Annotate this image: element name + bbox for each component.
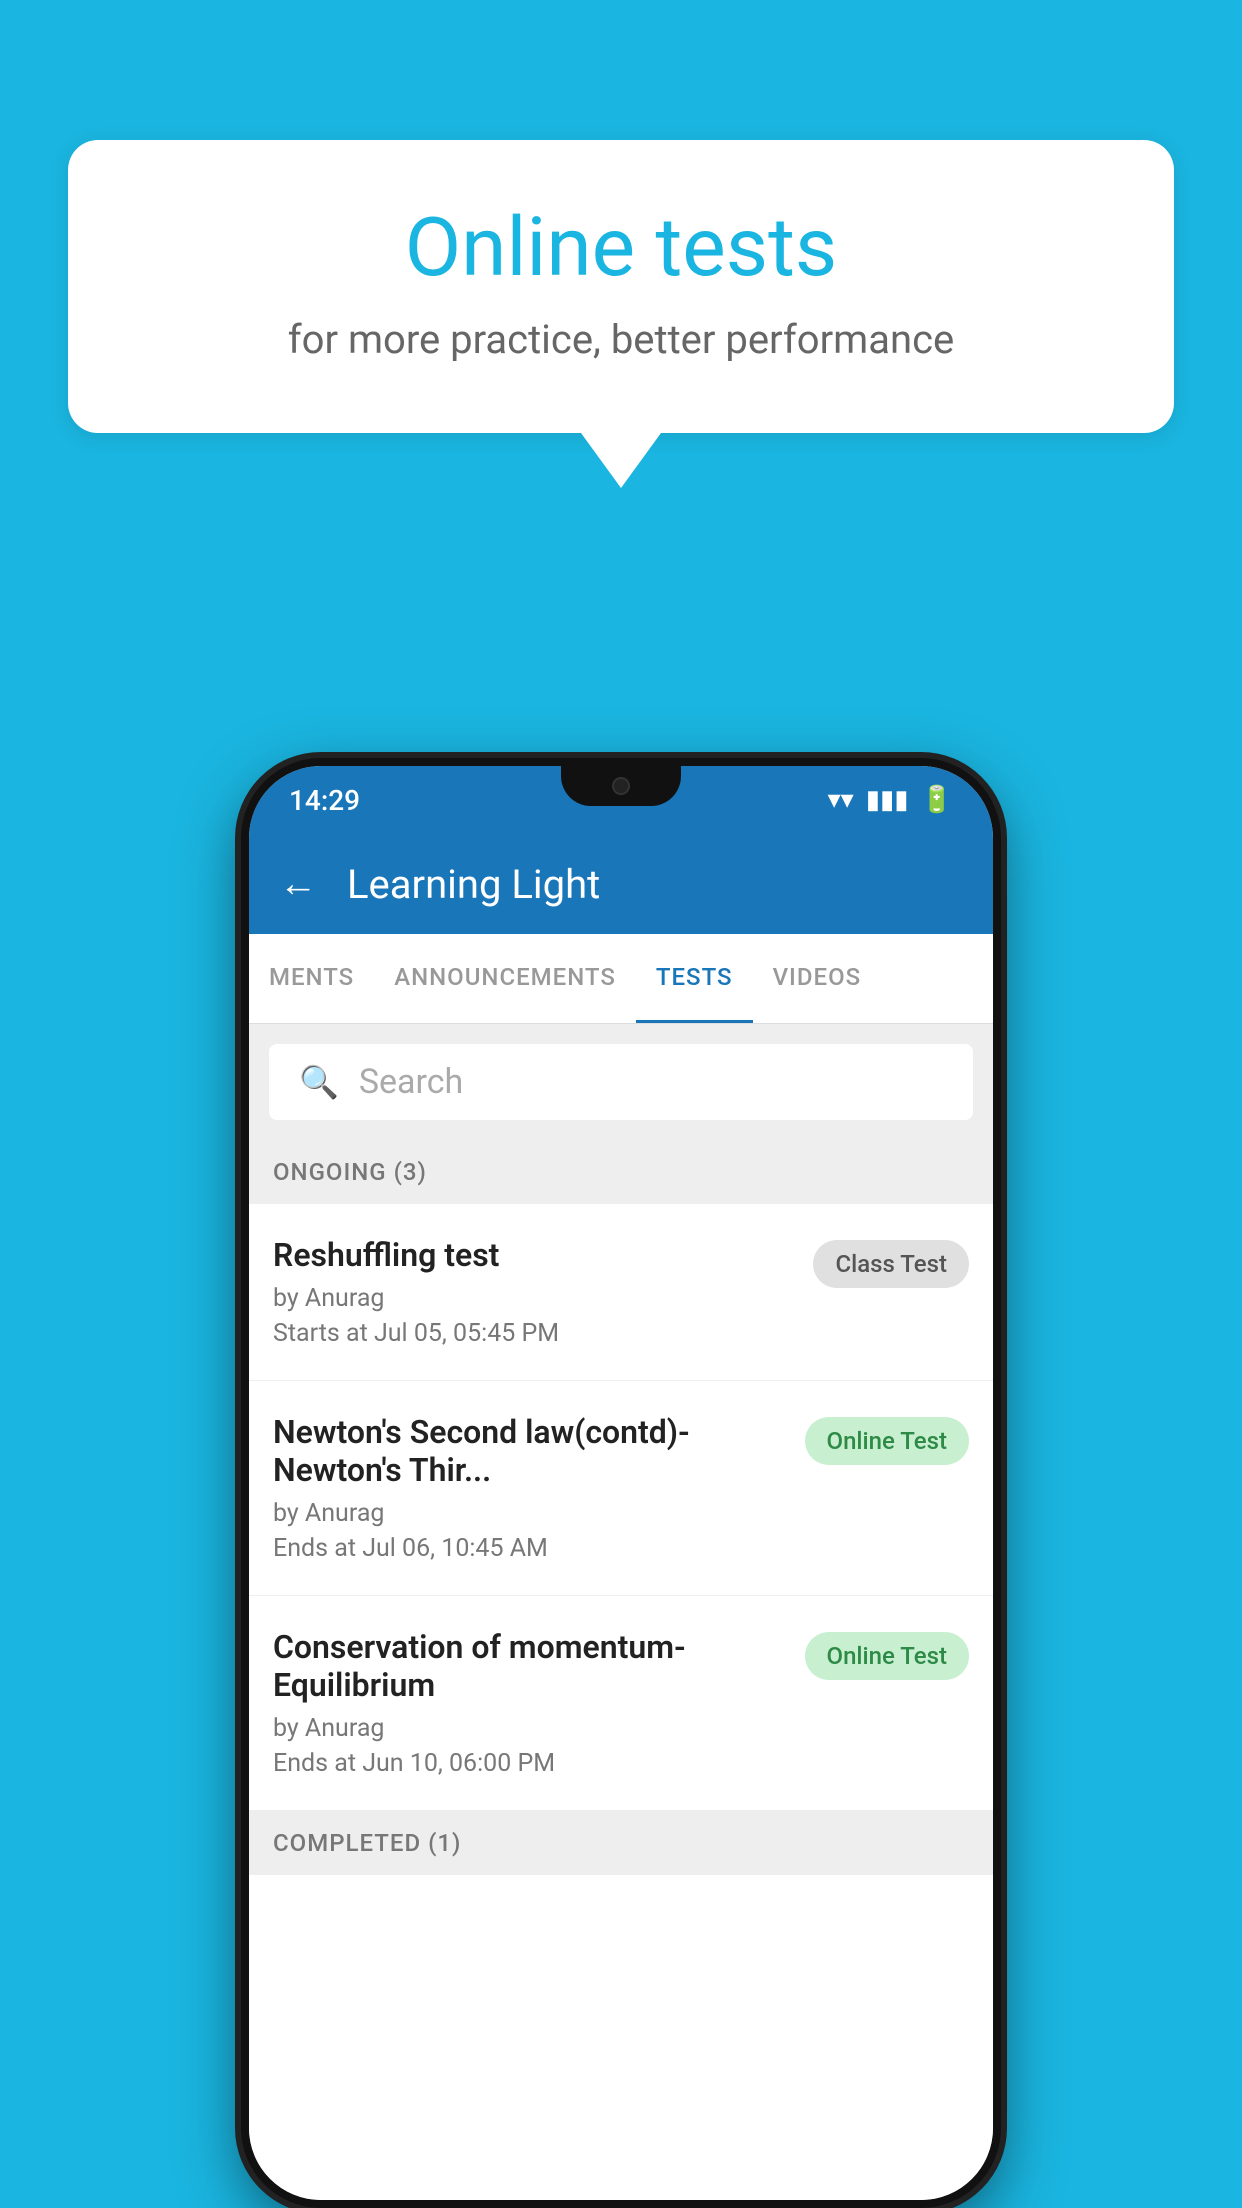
- test-badge-conservation: Online Test: [805, 1632, 969, 1680]
- speech-bubble-arrow: [581, 433, 661, 488]
- status-time: 14:29: [289, 784, 360, 817]
- test-badge-reshuffling: Class Test: [813, 1240, 969, 1288]
- phone-frame: 14:29 ▾▾ ▮▮▮ 🔋 ← Learning Light MENTS: [241, 758, 1001, 2208]
- ongoing-section-header: ONGOING (3): [249, 1140, 993, 1204]
- test-badge-newtons: Online Test: [805, 1417, 969, 1465]
- tab-tests[interactable]: TESTS: [636, 934, 753, 1023]
- app-title: Learning Light: [347, 861, 600, 908]
- app-bar: ← Learning Light: [249, 834, 993, 934]
- search-input[interactable]: Search: [359, 1062, 463, 1102]
- test-item-conservation[interactable]: Conservation of momentum-Equilibrium by …: [249, 1596, 993, 1811]
- test-name-reshuffling: Reshuffling test: [273, 1236, 797, 1274]
- battery-icon: 🔋: [921, 785, 953, 815]
- phone-screen: 14:29 ▾▾ ▮▮▮ 🔋 ← Learning Light MENTS: [249, 766, 993, 2200]
- test-author-reshuffling: by Anurag: [273, 1284, 797, 1313]
- notch: [561, 766, 681, 806]
- status-icons: ▾▾ ▮▮▮ 🔋: [828, 785, 953, 815]
- test-name-newtons: Newton's Second law(contd)-Newton's Thir…: [273, 1413, 789, 1489]
- test-time-conservation: Ends at Jun 10, 06:00 PM: [273, 1749, 789, 1778]
- speech-bubble-title: Online tests: [148, 200, 1094, 296]
- completed-section-header: COMPLETED (1): [249, 1811, 993, 1875]
- test-time-reshuffling: Starts at Jul 05, 05:45 PM: [273, 1319, 797, 1348]
- speech-bubble-section: Online tests for more practice, better p…: [68, 140, 1174, 488]
- signal-icon: ▮▮▮: [866, 785, 909, 815]
- test-info-conservation: Conservation of momentum-Equilibrium by …: [273, 1628, 805, 1778]
- tabs-bar: MENTS ANNOUNCEMENTS TESTS VIDEOS: [249, 934, 993, 1024]
- speech-bubble: Online tests for more practice, better p…: [68, 140, 1174, 433]
- test-author-conservation: by Anurag: [273, 1714, 789, 1743]
- test-info-newtons: Newton's Second law(contd)-Newton's Thir…: [273, 1413, 805, 1563]
- test-item-newtons[interactable]: Newton's Second law(contd)-Newton's Thir…: [249, 1381, 993, 1596]
- search-icon: 🔍: [299, 1063, 339, 1101]
- test-item-reshuffling[interactable]: Reshuffling test by Anurag Starts at Jul…: [249, 1204, 993, 1381]
- camera: [612, 777, 630, 795]
- test-info-reshuffling: Reshuffling test by Anurag Starts at Jul…: [273, 1236, 813, 1348]
- test-name-conservation: Conservation of momentum-Equilibrium: [273, 1628, 789, 1704]
- tab-ments[interactable]: MENTS: [249, 934, 374, 1023]
- phone-container: 14:29 ▾▾ ▮▮▮ 🔋 ← Learning Light MENTS: [241, 758, 1001, 2208]
- back-button[interactable]: ←: [279, 862, 317, 906]
- tests-list: Reshuffling test by Anurag Starts at Jul…: [249, 1204, 993, 2200]
- status-bar: 14:29 ▾▾ ▮▮▮ 🔋: [249, 766, 993, 834]
- search-bar[interactable]: 🔍 Search: [269, 1044, 973, 1120]
- speech-bubble-subtitle: for more practice, better performance: [148, 316, 1094, 363]
- test-author-newtons: by Anurag: [273, 1499, 789, 1528]
- tab-videos[interactable]: VIDEOS: [753, 934, 882, 1023]
- wifi-icon: ▾▾: [828, 785, 854, 815]
- tab-announcements[interactable]: ANNOUNCEMENTS: [374, 934, 636, 1023]
- search-container: 🔍 Search: [249, 1024, 993, 1140]
- test-time-newtons: Ends at Jul 06, 10:45 AM: [273, 1534, 789, 1563]
